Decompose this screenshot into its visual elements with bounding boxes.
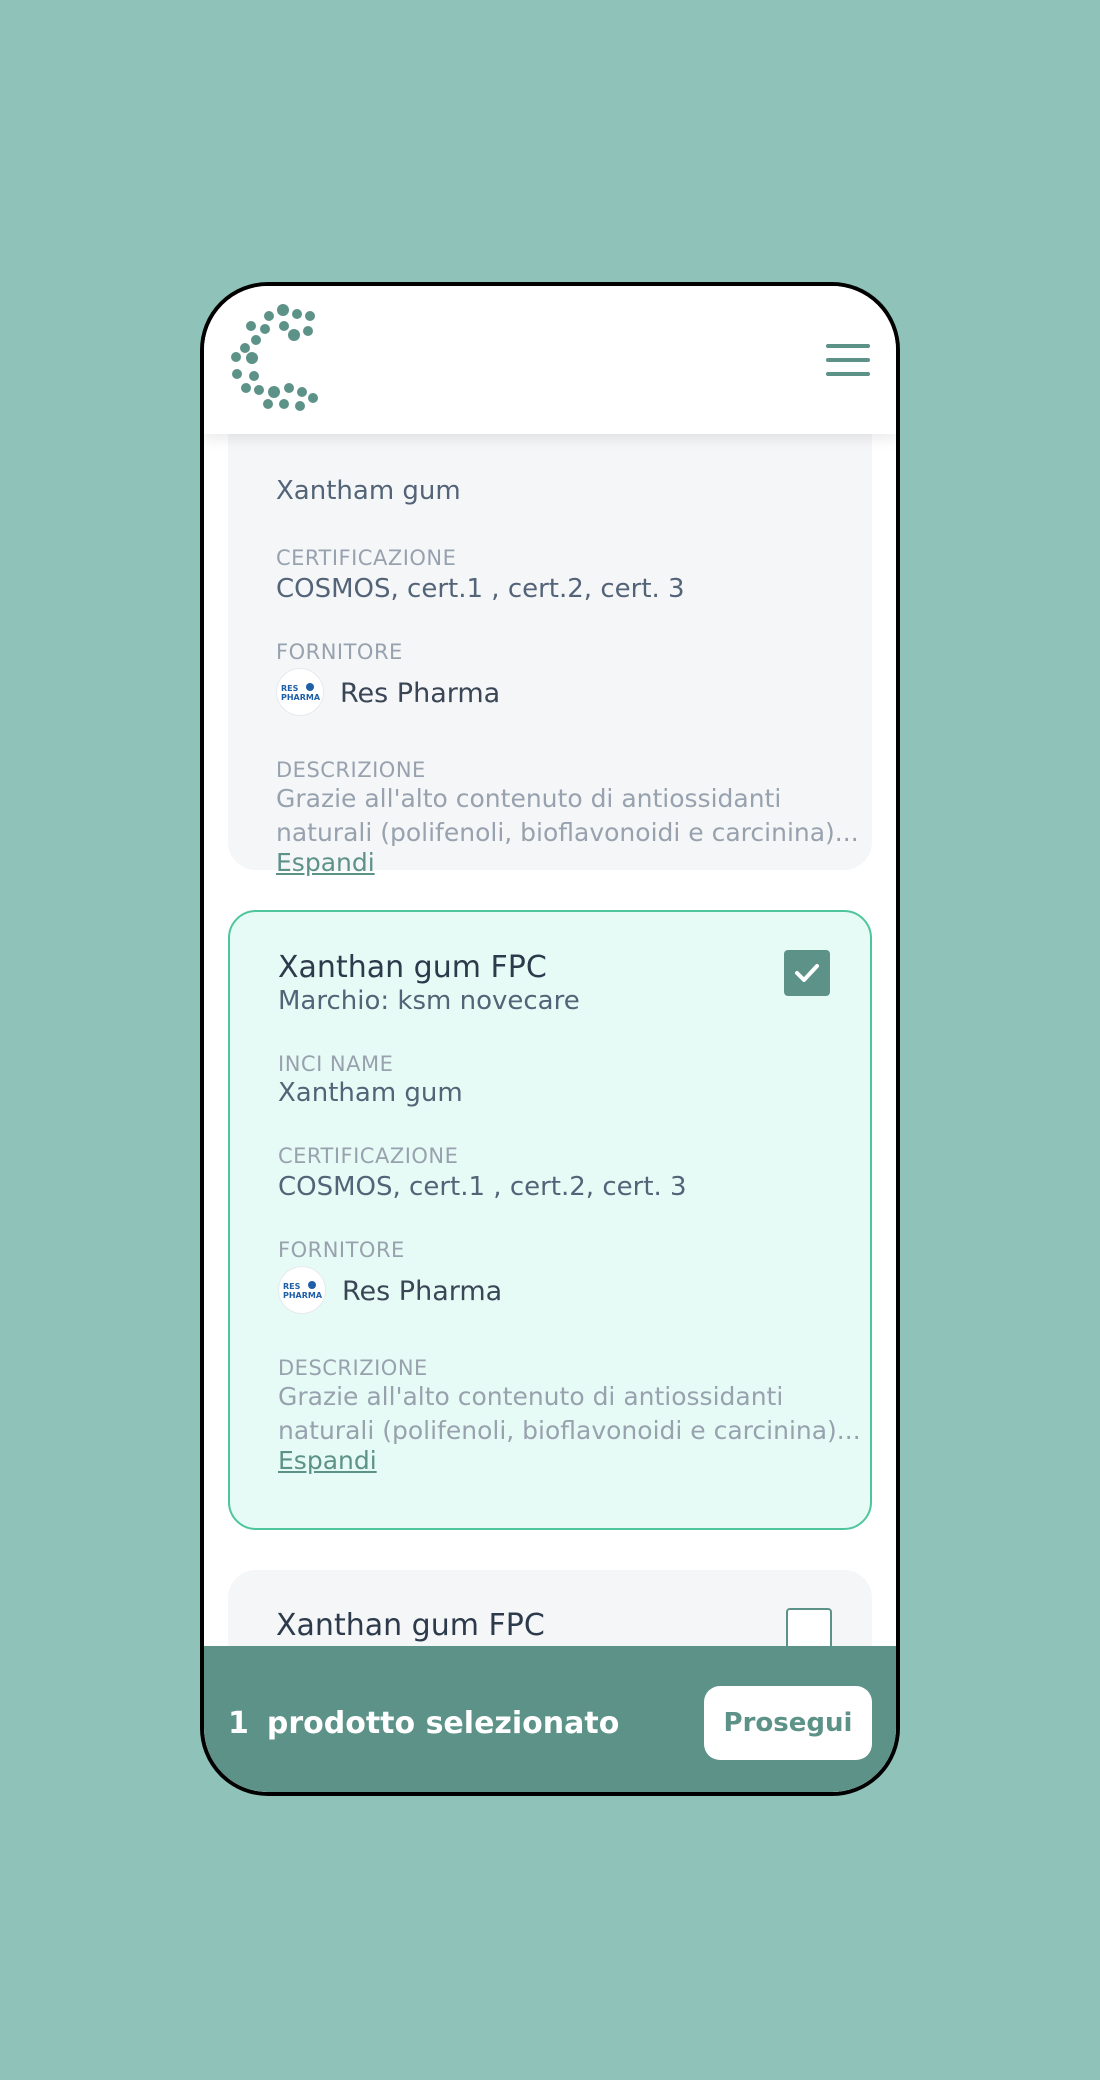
cert-label: CERTIFICAZIONE xyxy=(278,1144,459,1168)
proceed-button[interactable]: Prosegui xyxy=(704,1686,872,1760)
description-line: Grazie all'alto contenuto di antiossidan… xyxy=(276,784,782,813)
menu-line xyxy=(826,358,870,362)
product-list[interactable]: Xantham gum CERTIFICAZIONE COSMOS, cert.… xyxy=(204,286,896,1792)
product-card-selected[interactable]: Xanthan gum FPC Marchio: ksm novecare IN… xyxy=(228,910,872,1530)
selection-bar: 1 prodotto selezionato Prosegui xyxy=(204,1646,896,1792)
selected-count: 1 xyxy=(228,1706,249,1741)
description: Grazie all'alto contenuto di antiossidan… xyxy=(278,1380,858,1448)
description: Grazie all'alto contenuto di antiossidan… xyxy=(276,782,856,850)
supplier-logo: RES PHARMA xyxy=(276,668,324,716)
supplier-label: FORNITORE xyxy=(278,1238,405,1262)
description-line: Grazie all'alto contenuto di antiossidan… xyxy=(278,1382,784,1411)
app-header xyxy=(204,286,896,434)
hamburger-menu-icon[interactable] xyxy=(826,344,870,376)
selection-count: 1 prodotto selezionato xyxy=(228,1706,619,1741)
brand-logo-icon xyxy=(231,304,318,411)
svg-text:RES: RES xyxy=(283,1282,301,1291)
product-title: Xanthan gum FPC xyxy=(278,950,547,985)
res-pharma-logo-icon: RES PHARMA xyxy=(281,683,320,702)
expand-link[interactable]: Espandi xyxy=(276,848,375,877)
phone-frame: Xantham gum CERTIFICAZIONE COSMOS, cert.… xyxy=(200,282,900,1796)
supplier-name: Res Pharma xyxy=(340,678,501,709)
product-title: Xanthan gum FPC xyxy=(276,1608,545,1643)
selected-count-label: prodotto selezionato xyxy=(266,1706,620,1741)
res-pharma-logo-icon: RES PHARMA xyxy=(283,1281,322,1300)
cert-value: COSMOS, cert.1 , cert.2, cert. 3 xyxy=(276,574,685,604)
description-line: naturali (polifenoli, bioflavonoidi e ca… xyxy=(278,1416,858,1445)
menu-line xyxy=(826,372,870,376)
supplier-label: FORNITORE xyxy=(276,640,403,664)
cert-label: CERTIFICAZIONE xyxy=(276,546,457,570)
svg-text:PHARMA: PHARMA xyxy=(281,693,320,702)
inci-value: Xantham gum xyxy=(278,1078,463,1108)
check-icon xyxy=(795,964,819,982)
supplier-logo: RES PHARMA xyxy=(278,1266,326,1314)
description-line: naturali (polifenoli, bioflavonoidi e ca… xyxy=(276,818,856,847)
svg-text:RES: RES xyxy=(281,684,299,693)
desc-label: DESCRIZIONE xyxy=(276,758,426,782)
expand-link[interactable]: Espandi xyxy=(278,1446,377,1475)
product-brand: Marchio: ksm novecare xyxy=(278,986,580,1016)
supplier-name: Res Pharma xyxy=(342,1276,503,1307)
cert-value: COSMOS, cert.1 , cert.2, cert. 3 xyxy=(278,1172,687,1202)
inci-label: INCI NAME xyxy=(278,1052,394,1076)
desc-label: DESCRIZIONE xyxy=(278,1356,428,1380)
menu-line xyxy=(826,344,870,348)
svg-text:PHARMA: PHARMA xyxy=(283,1291,322,1300)
select-checkbox[interactable] xyxy=(784,950,830,996)
inci-value: Xantham gum xyxy=(276,476,461,506)
